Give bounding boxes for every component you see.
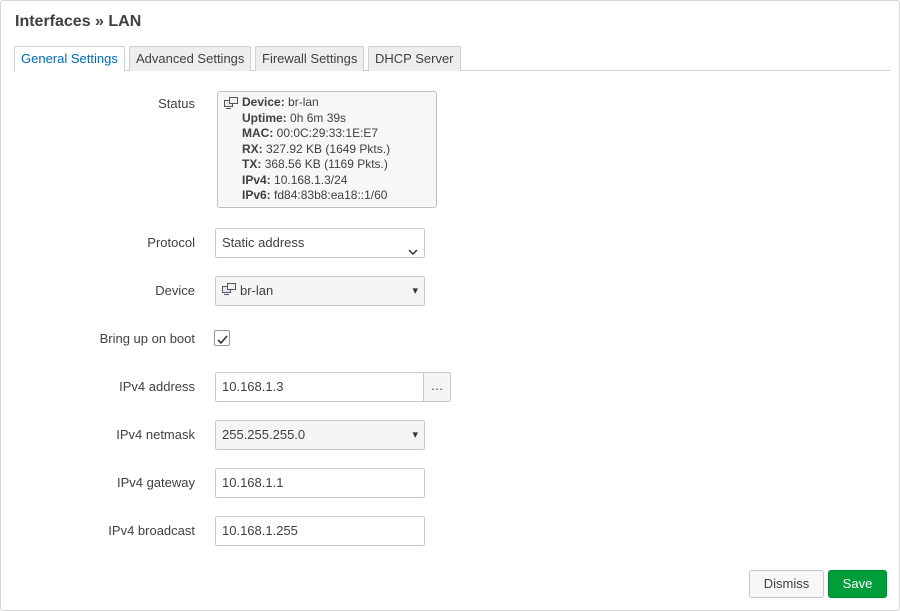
boot-checkbox[interactable] (214, 330, 230, 346)
status-row-ipv4: IPv4: 10.168.1.3/24 (242, 172, 348, 187)
network-device-icon (224, 97, 238, 115)
ipv4-broadcast-label: IPv4 broadcast (108, 523, 195, 538)
caret-down-icon: ▾ (412, 285, 418, 297)
status-row-rx: RX: 327.92 KB (1649 Pkts.) (242, 141, 391, 156)
ipv4-broadcast-value: 10.168.1.255 (222, 523, 298, 538)
status-row-tx: TX: 368.56 KB (1169 Pkts.) (242, 157, 388, 171)
tab-general-settings[interactable]: General Settings (14, 46, 125, 72)
interface-dialog: Interfaces » LAN General Settings Advanc… (0, 0, 900, 611)
ipv4-gateway-input[interactable]: 10.168.1.1 (215, 468, 425, 498)
network-device-icon (222, 278, 236, 306)
protocol-label: Protocol (147, 235, 195, 250)
ipv4-gateway-value: 10.168.1.1 (222, 475, 284, 490)
boot-label: Bring up on boot (99, 331, 195, 346)
page-title: Interfaces » LAN (15, 13, 142, 30)
caret-down-icon: ▾ (412, 429, 418, 441)
ipv4-netmask-label: IPv4 netmask (116, 427, 195, 442)
status-row-device: Device: br-lan (242, 95, 319, 109)
tab-firewall-settings[interactable]: Firewall Settings (255, 46, 365, 71)
ipv4-broadcast-input[interactable]: 10.168.1.255 (215, 516, 425, 546)
checkmark-icon (217, 333, 228, 348)
ipv4-netmask-select[interactable]: 255.255.255.0 ▾ (215, 420, 425, 450)
status-label: Status (158, 96, 195, 111)
status-row-ipv6: IPv6: fd84:83b8:ea18::1/60 (242, 188, 388, 202)
device-value: br-lan (240, 283, 274, 298)
dismiss-button[interactable]: Dismiss (749, 570, 824, 598)
tab-advanced-settings[interactable]: Advanced Settings (129, 46, 252, 71)
device-select[interactable]: br-lan ▾ (215, 276, 425, 306)
tab-bar: General Settings Advanced Settings Firew… (14, 46, 890, 72)
status-row-mac: MAC: 00:0C:29:33:1E:E7 (242, 126, 379, 140)
status-row-uptime: Uptime: 0h 6m 39s (242, 110, 347, 125)
tab-dhcp-server[interactable]: DHCP Server (368, 46, 461, 71)
ipv4-address-input[interactable]: 10.168.1.3 (215, 372, 424, 402)
protocol-value: Static address (222, 235, 305, 250)
status-box: Device: br-lan Uptime: 0h 6m 39s MAC: 00… (217, 91, 437, 208)
protocol-select[interactable]: Static address (215, 228, 425, 258)
chevron-down-icon (408, 238, 418, 266)
save-button[interactable]: Save (828, 570, 887, 598)
ipv4-address-label: IPv4 address (119, 379, 195, 394)
ipv4-address-value: 10.168.1.3 (222, 379, 284, 394)
ipv4-netmask-value: 255.255.255.0 (222, 427, 306, 442)
ipv4-gateway-label: IPv4 gateway (116, 475, 195, 490)
device-label: Device (155, 283, 195, 298)
ipv4-address-more-button[interactable]: … (423, 372, 451, 402)
